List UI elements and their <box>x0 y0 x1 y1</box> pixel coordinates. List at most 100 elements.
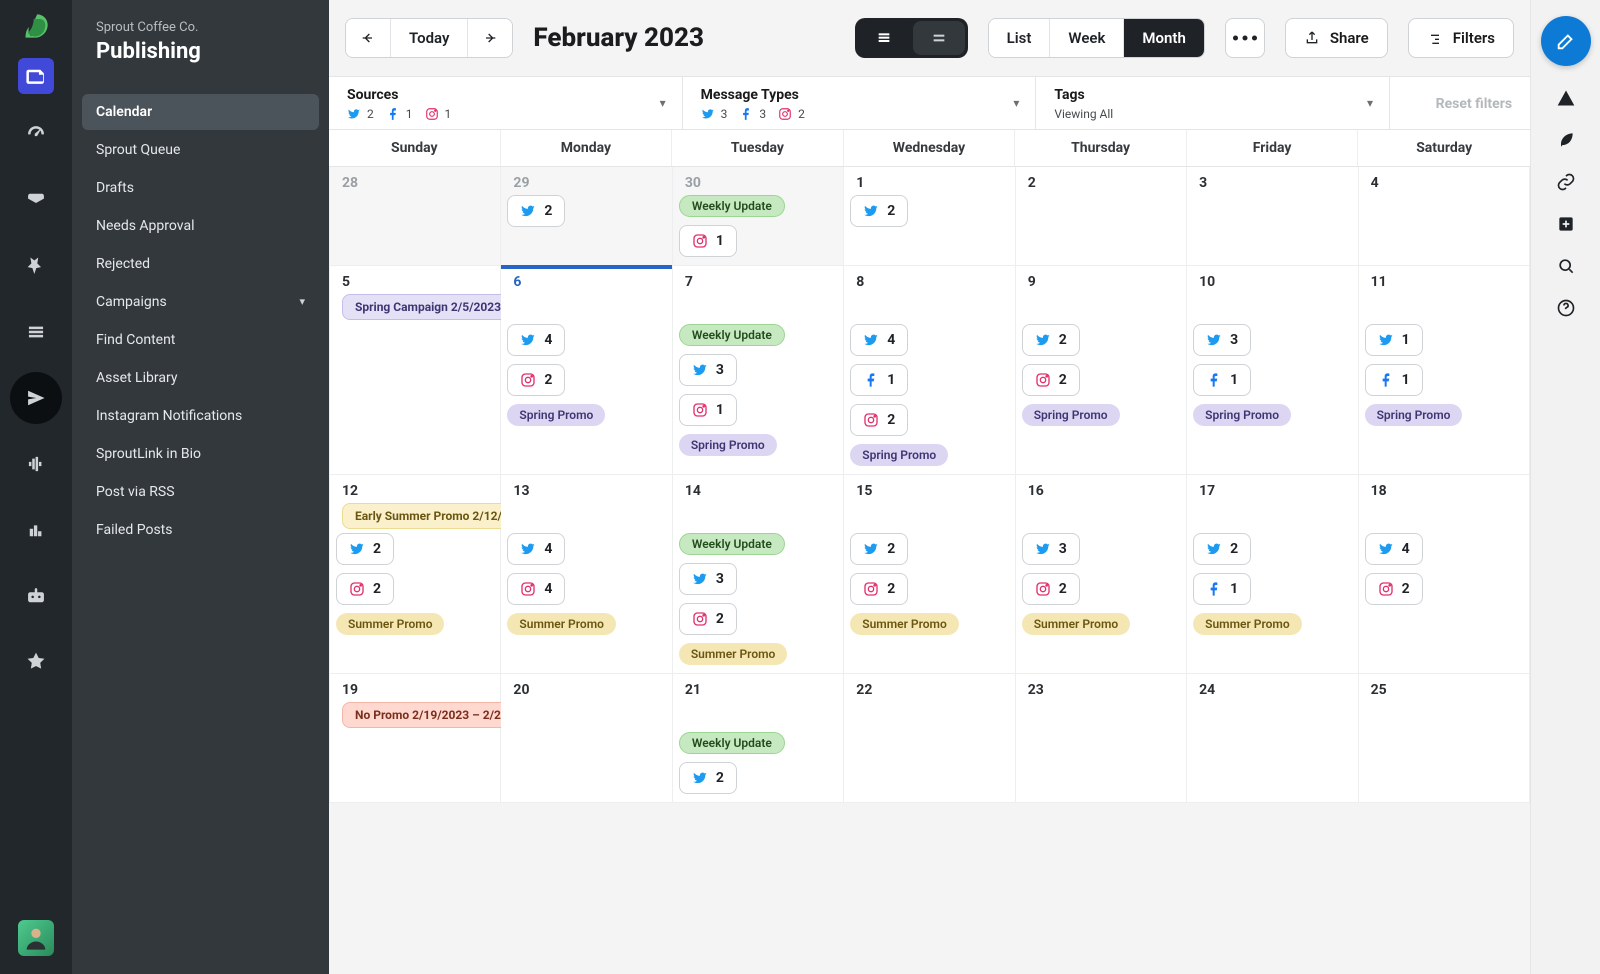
day-cell[interactable]: 3 <box>1187 167 1358 266</box>
subnav-item[interactable]: Post via RSS <box>82 474 319 510</box>
help-icon[interactable] <box>1556 298 1576 318</box>
compose-button[interactable] <box>1541 16 1591 66</box>
alert-icon[interactable] <box>1556 88 1576 108</box>
more-button[interactable] <box>1225 18 1265 58</box>
post-count-chip[interactable]: 2 <box>679 762 737 794</box>
post-count-chip[interactable]: 1 <box>679 394 737 426</box>
day-cell[interactable]: 14Weekly Update32Summer Promo <box>673 475 844 674</box>
share-button[interactable]: Share <box>1285 18 1388 58</box>
nav-reports[interactable] <box>10 504 62 556</box>
day-cell[interactable]: 1344Summer Promo <box>501 475 672 674</box>
day-cell[interactable]: 30Weekly Update1 <box>673 167 844 266</box>
day-cell[interactable]: 20 <box>501 674 672 803</box>
day-cell[interactable]: 8412Spring Promo <box>844 266 1015 475</box>
post-count-chip[interactable]: 2 <box>336 573 394 605</box>
campaign-tag[interactable]: Weekly Update <box>679 324 785 346</box>
post-count-chip[interactable]: 2 <box>850 573 908 605</box>
campaign-tag[interactable]: Weekly Update <box>679 533 785 555</box>
day-cell[interactable]: 12 <box>844 167 1015 266</box>
campaign-tag[interactable]: Summer Promo <box>679 643 787 665</box>
nav-listening[interactable] <box>10 438 62 490</box>
post-count-chip[interactable]: 2 <box>679 603 737 635</box>
day-cell[interactable]: 24 <box>1187 674 1358 803</box>
day-cell[interactable]: 1031Spring Promo <box>1187 266 1358 475</box>
subnav-item[interactable]: SproutLink in Bio <box>82 436 319 472</box>
post-count-chip[interactable]: 2 <box>1022 573 1080 605</box>
view-month[interactable]: Month <box>1123 19 1203 57</box>
campaign-tag[interactable]: Spring Promo <box>1365 404 1463 426</box>
post-count-chip[interactable]: 1 <box>1193 573 1251 605</box>
post-count-chip[interactable]: 2 <box>507 195 565 227</box>
filter-sources[interactable]: Sources 2 1 1 ▾ <box>329 77 683 129</box>
post-count-chip[interactable]: 2 <box>1365 573 1423 605</box>
post-count-chip[interactable]: 4 <box>850 324 908 356</box>
post-count-chip[interactable]: 2 <box>850 195 908 227</box>
view-week[interactable]: Week <box>1049 19 1123 57</box>
post-count-chip[interactable]: 3 <box>1022 533 1080 565</box>
prev-button[interactable] <box>346 19 390 57</box>
post-count-chip[interactable]: 1 <box>1365 324 1423 356</box>
post-count-chip[interactable]: 2 <box>1022 364 1080 396</box>
campaign-tag[interactable]: Spring Promo <box>1193 404 1291 426</box>
subnav-item[interactable]: Drafts <box>82 170 319 206</box>
post-count-chip[interactable]: 2 <box>1022 324 1080 356</box>
day-cell[interactable]: 28 <box>330 167 501 266</box>
campaign-tag[interactable]: Spring Promo <box>679 434 777 456</box>
subnav-item[interactable]: Sprout Queue <box>82 132 319 168</box>
post-count-chip[interactable]: 3 <box>679 563 737 595</box>
subnav-item[interactable]: Failed Posts <box>82 512 319 548</box>
post-count-chip[interactable]: 4 <box>1365 533 1423 565</box>
leaf-icon[interactable] <box>1556 130 1576 150</box>
subnav-item[interactable]: Find Content <box>82 322 319 358</box>
subnav-item[interactable]: Campaigns▾ <box>82 284 319 320</box>
reset-filters[interactable]: Reset filters <box>1390 77 1530 129</box>
day-cell[interactable]: 7Weekly Update31Spring Promo <box>673 266 844 475</box>
post-count-chip[interactable]: 2 <box>336 533 394 565</box>
next-button[interactable] <box>467 19 512 57</box>
day-cell[interactable]: 25 <box>1359 674 1530 803</box>
nav-send[interactable] <box>10 372 62 424</box>
campaign-tag[interactable]: Spring Promo <box>507 404 605 426</box>
post-count-chip[interactable]: 1 <box>679 225 737 257</box>
filter-tags[interactable]: Tags Viewing All ▾ <box>1036 77 1390 129</box>
post-count-chip[interactable]: 2 <box>850 404 908 436</box>
campaign-tag[interactable]: Weekly Update <box>679 732 785 754</box>
avatar[interactable] <box>18 920 54 956</box>
campaign-tag[interactable]: Summer Promo <box>507 613 615 635</box>
campaign-tag[interactable]: Weekly Update <box>679 195 785 217</box>
post-count-chip[interactable]: 4 <box>507 573 565 605</box>
campaign-tag[interactable]: Summer Promo <box>1022 613 1130 635</box>
post-count-chip[interactable]: 1 <box>1365 364 1423 396</box>
nav-publishing[interactable] <box>18 58 54 94</box>
filter-message-types[interactable]: Message Types 3 3 2 ▾ <box>683 77 1037 129</box>
post-count-chip[interactable]: 3 <box>1193 324 1251 356</box>
day-cell[interactable]: 1222Summer PromoEarly Summer Promo 2/12/… <box>330 475 501 674</box>
campaign-tag[interactable]: Summer Promo <box>850 613 958 635</box>
post-count-chip[interactable]: 1 <box>1193 364 1251 396</box>
campaign-tag[interactable]: Spring Promo <box>850 444 948 466</box>
subnav-item[interactable]: Needs Approval <box>82 208 319 244</box>
day-cell[interactable]: 4 <box>1359 167 1530 266</box>
nav-pin[interactable] <box>10 240 62 292</box>
day-cell[interactable]: 1522Summer Promo <box>844 475 1015 674</box>
density-full[interactable] <box>858 21 910 55</box>
subnav-item[interactable]: Instagram Notifications <box>82 398 319 434</box>
campaign-tag[interactable]: Spring Promo <box>1022 404 1120 426</box>
filters-button[interactable]: Filters <box>1408 18 1514 58</box>
campaign-tag[interactable]: Summer Promo <box>336 613 444 635</box>
day-cell[interactable]: 5Spring Campaign 2/5/2023 – 2/11/2023 <box>330 266 501 475</box>
add-icon[interactable] <box>1556 214 1576 234</box>
day-cell[interactable]: 1721Summer Promo <box>1187 475 1358 674</box>
nav-feeds[interactable] <box>10 306 62 358</box>
day-cell[interactable]: 23 <box>1016 674 1187 803</box>
post-count-chip[interactable]: 2 <box>1193 533 1251 565</box>
subnav-item[interactable]: Asset Library <box>82 360 319 396</box>
search-icon[interactable] <box>1556 256 1576 276</box>
day-cell[interactable]: 922Spring Promo <box>1016 266 1187 475</box>
subnav-item[interactable]: Rejected <box>82 246 319 282</box>
day-cell[interactable]: 292 <box>501 167 672 266</box>
density-compact[interactable] <box>913 21 965 55</box>
day-cell[interactable]: 21Weekly Update2 <box>673 674 844 803</box>
day-cell[interactable]: 2 <box>1016 167 1187 266</box>
today-button[interactable]: Today <box>390 19 467 57</box>
